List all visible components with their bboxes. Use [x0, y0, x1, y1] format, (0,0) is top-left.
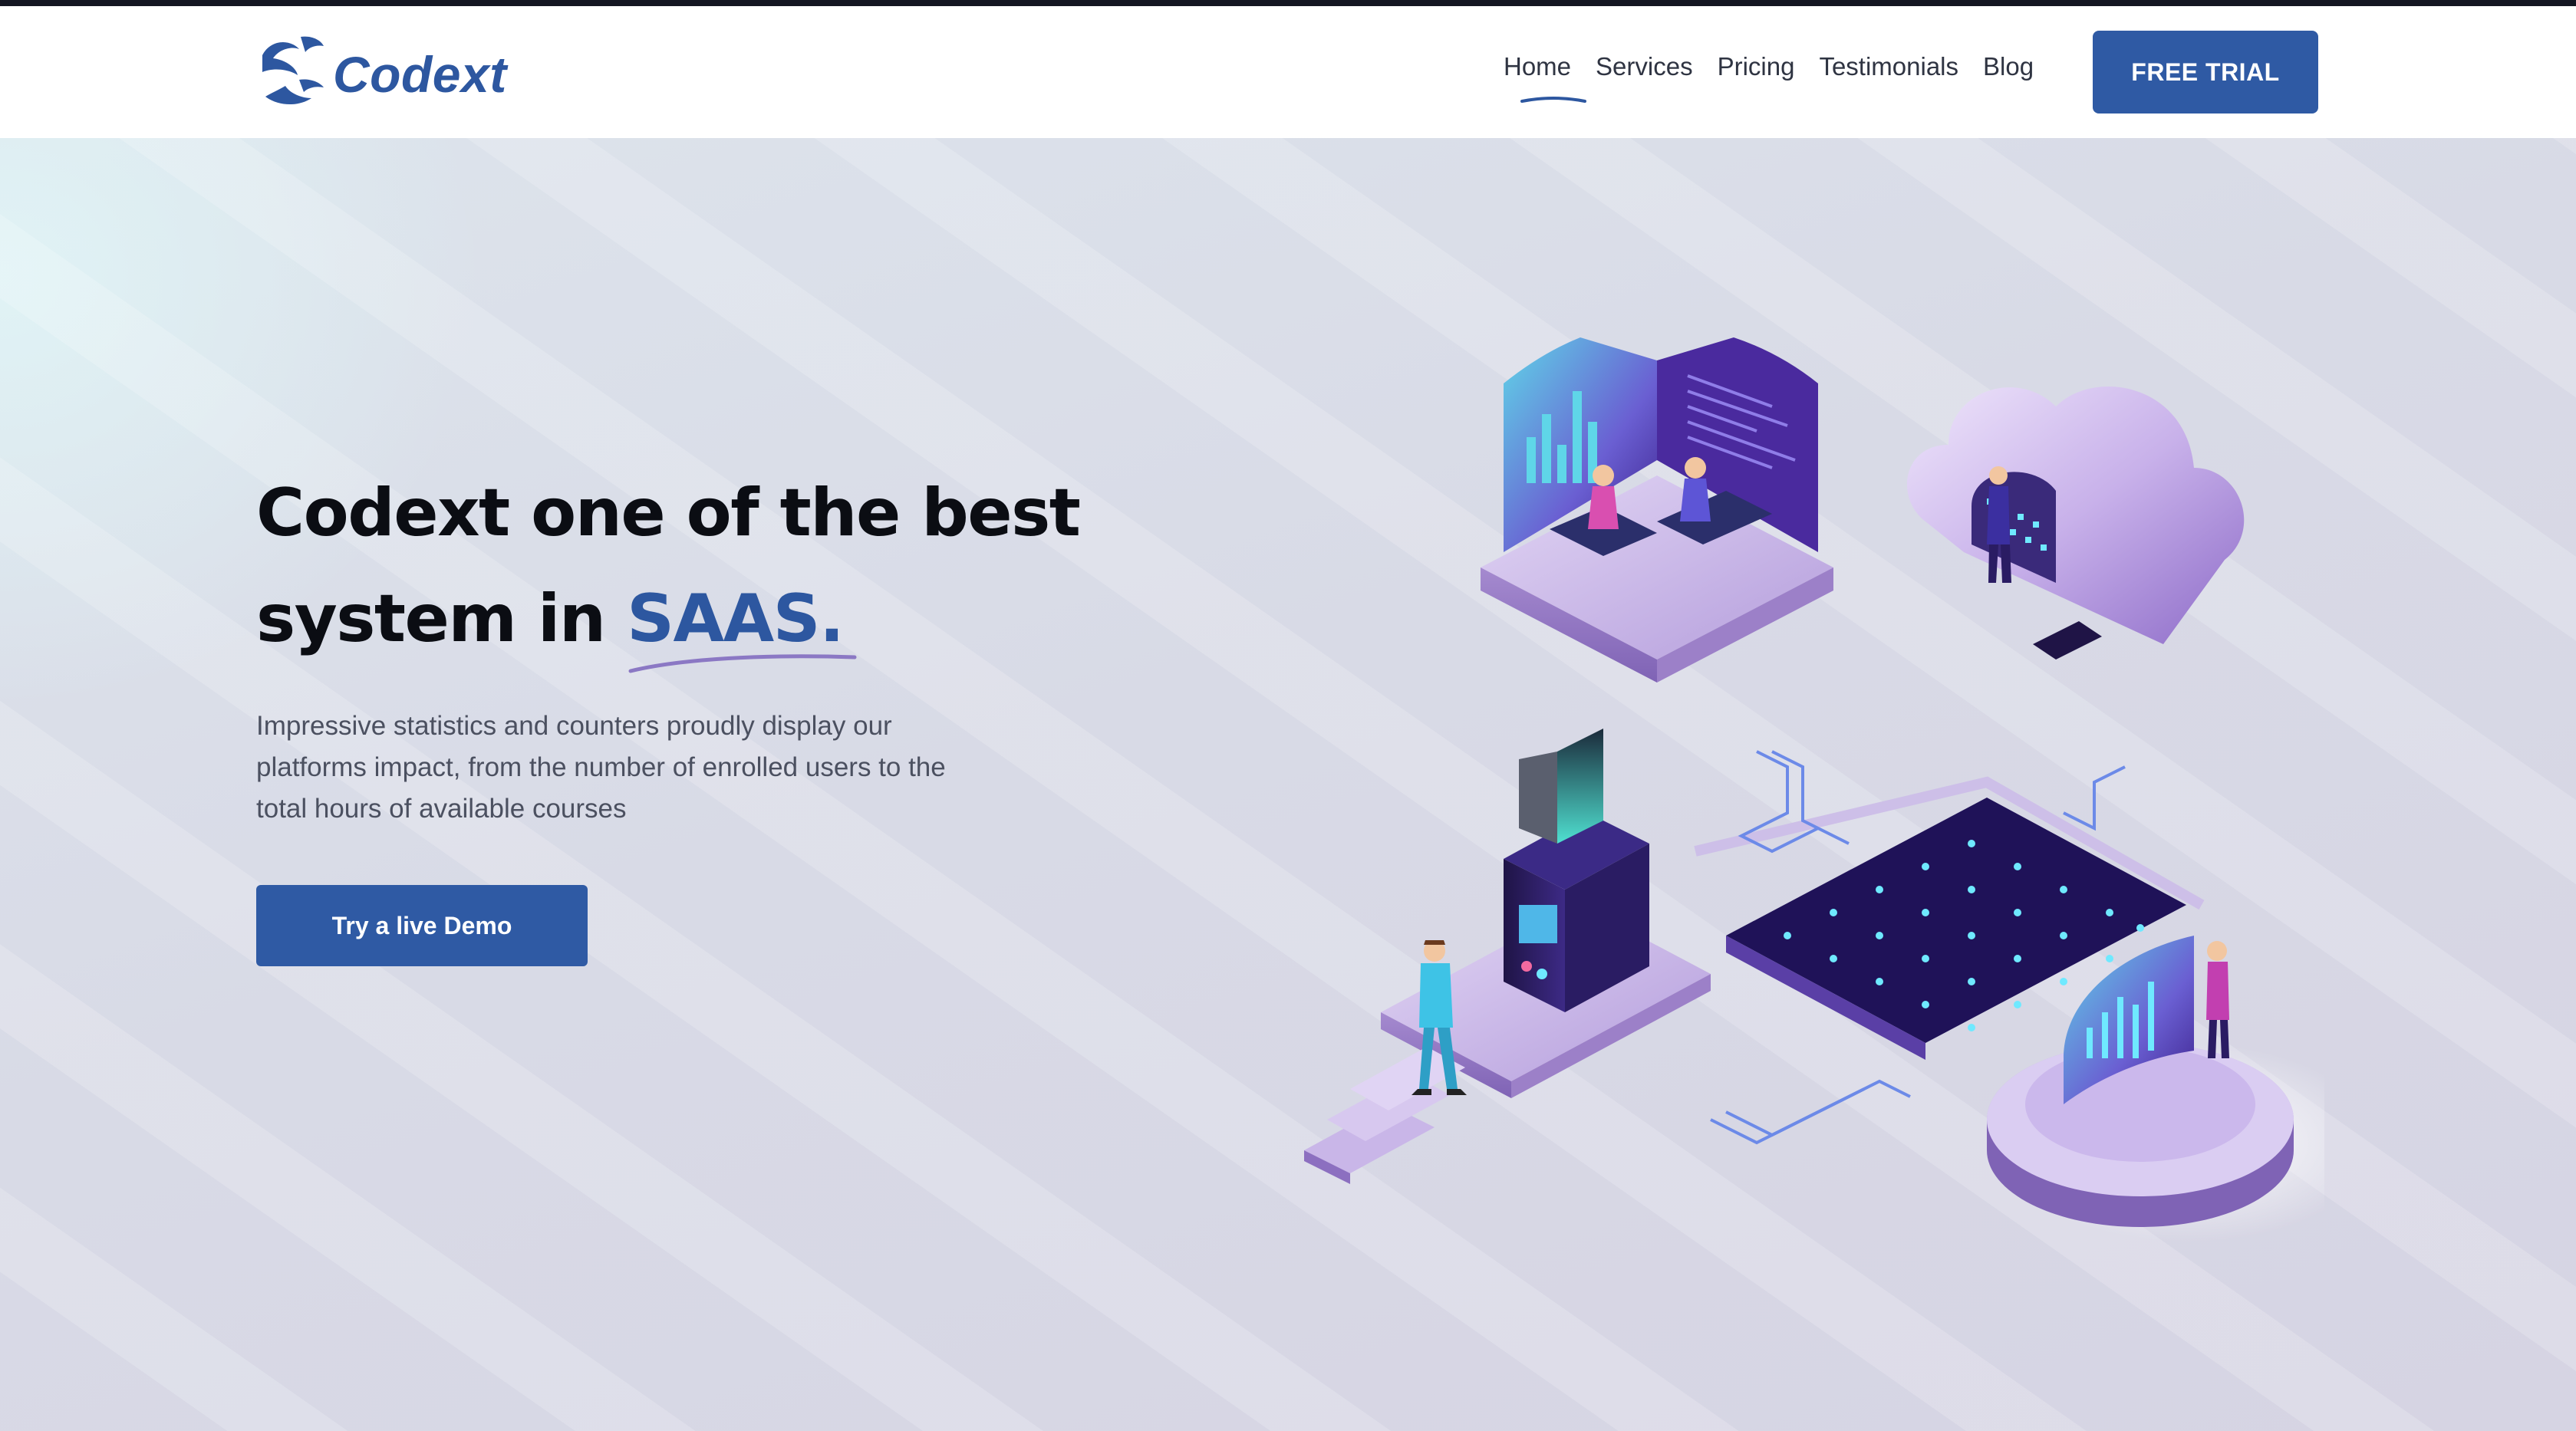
active-nav-indicator — [1520, 97, 1586, 103]
site-header: Codext Home Services Pricing Testimonial… — [0, 6, 2576, 138]
brand-logo[interactable]: Codext — [255, 32, 507, 117]
nav-testimonials[interactable]: Testimonials — [1819, 52, 1958, 81]
title-underline-squiggle — [628, 654, 857, 673]
main-nav: Home Services Pricing Testimonials Blog — [1504, 52, 2034, 81]
free-trial-button[interactable]: FREE TRIAL — [2093, 31, 2318, 113]
codext-logo-icon — [262, 36, 324, 105]
nav-services[interactable]: Services — [1596, 52, 1693, 81]
hero-title-accent: SAAS. — [627, 581, 845, 657]
nav-blog[interactable]: Blog — [1983, 52, 2034, 81]
top-border-strip — [0, 0, 2576, 6]
hero-title: Codext one of the best system in SAAS. — [256, 460, 1100, 672]
hero-description: Impressive statistics and counters proud… — [256, 711, 946, 824]
hero-title-line2: system in — [256, 581, 628, 657]
nav-home[interactable]: Home — [1504, 52, 1571, 81]
live-demo-button[interactable]: Try a live Demo — [256, 885, 588, 966]
isometric-saas-illustration — [1304, 337, 2324, 1242]
nav-pricing[interactable]: Pricing — [1718, 52, 1795, 81]
hero-title-line1: Codext one of the best — [256, 475, 1081, 551]
brand-name: Codext — [333, 46, 507, 103]
